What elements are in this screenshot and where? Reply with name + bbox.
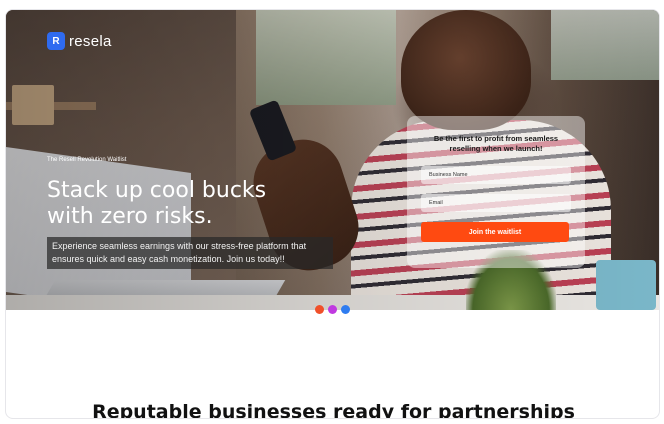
hero-eyebrow: The Resell Revolution Waitlist — [47, 157, 127, 163]
carousel-dot-1[interactable] — [315, 305, 324, 314]
waitlist-card: Be the first to profit from seamless res… — [407, 116, 585, 268]
email-field — [421, 194, 571, 212]
hero-headline-line-1: Stack up cool bucks — [47, 178, 267, 203]
hero-subtext: Experience seamless earnings with our st… — [47, 237, 333, 269]
business-name-field — [421, 166, 571, 184]
carousel-dot-2[interactable] — [328, 305, 337, 314]
join-waitlist-button[interactable]: Join the waitlist — [421, 222, 569, 242]
email-input[interactable] — [429, 200, 563, 206]
partners-section-title: Reputable businesses ready for partnersh… — [92, 401, 575, 419]
waitlist-title-line-2: reselling when we launch! — [449, 144, 543, 153]
brand-logo[interactable]: R resela — [47, 32, 112, 50]
business-name-input[interactable] — [429, 172, 563, 178]
waitlist-title: Be the first to profit from seamless res… — [421, 134, 571, 154]
carousel-dots — [315, 305, 350, 314]
brand-name: resela — [69, 32, 112, 50]
logo-mark-icon: R — [47, 32, 65, 50]
hero-headline: Stack up cool bucks with zero risks. — [47, 178, 327, 230]
hero-banner: R resela The Resell Revolution Waitlist … — [6, 10, 659, 310]
carousel-dot-3[interactable] — [341, 305, 350, 314]
page-frame: R resela The Resell Revolution Waitlist … — [5, 9, 660, 419]
waitlist-title-line-1: Be the first to profit from seamless — [433, 134, 559, 143]
hero-headline-line-2: with zero risks. — [47, 204, 213, 229]
